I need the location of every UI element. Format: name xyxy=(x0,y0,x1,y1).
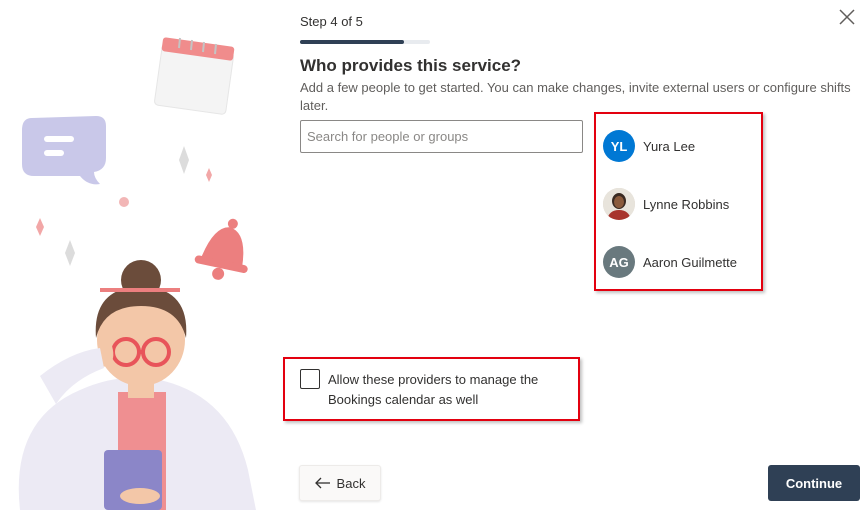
arrow-left-icon xyxy=(314,477,330,489)
bell-icon xyxy=(194,218,248,280)
close-icon xyxy=(839,9,855,25)
continue-button[interactable]: Continue xyxy=(768,465,860,501)
step-indicator: Step 4 of 5 xyxy=(300,14,363,29)
sparkle-icon xyxy=(36,218,44,236)
calendar-icon xyxy=(154,37,235,115)
chat-bubble-icon xyxy=(22,116,106,185)
progress-fill xyxy=(300,40,404,44)
people-search-input[interactable] xyxy=(300,120,583,153)
close-button[interactable] xyxy=(836,6,858,28)
highlight-box-checkbox xyxy=(283,357,580,421)
back-button-label: Back xyxy=(336,475,366,491)
page-subtitle: Add a few people to get started. You can… xyxy=(300,80,851,113)
progress-bar xyxy=(300,40,430,44)
sparkle-icon xyxy=(65,240,75,266)
page-title: Who provides this service? xyxy=(300,56,522,75)
highlight-box-providers xyxy=(594,112,763,291)
dot-icon xyxy=(119,197,129,207)
back-button[interactable]: Back xyxy=(299,465,381,501)
sparkle-icon xyxy=(206,168,212,182)
provider-illustration xyxy=(18,37,256,510)
sparkle-icon xyxy=(179,146,189,174)
figure-hand xyxy=(120,488,160,504)
continue-button-label: Continue xyxy=(785,475,843,491)
